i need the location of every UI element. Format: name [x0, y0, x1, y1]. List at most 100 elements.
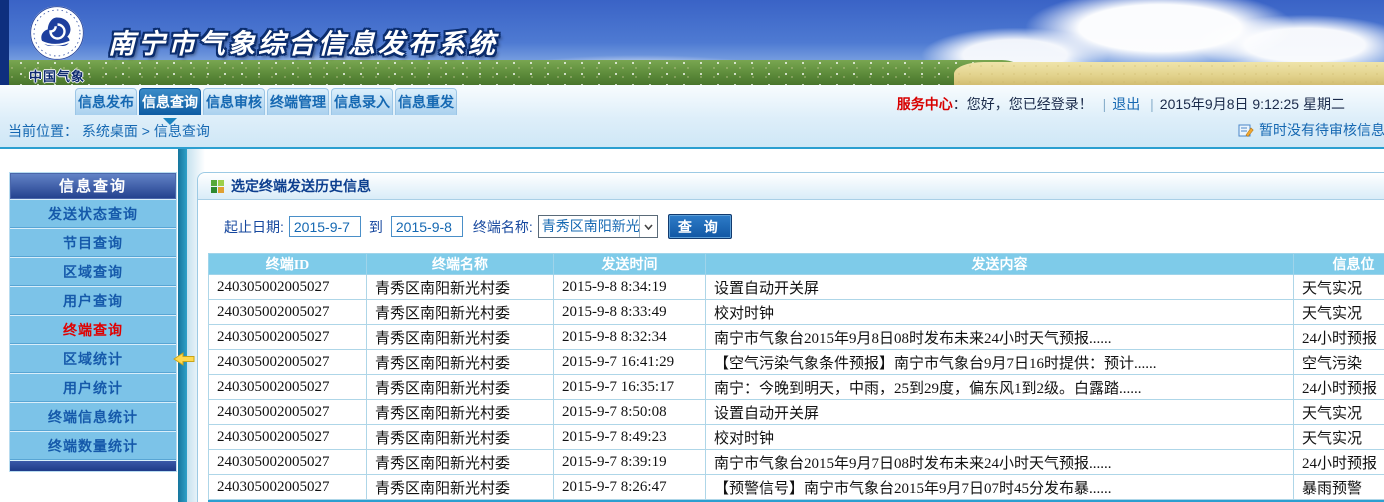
nav-tab-5[interactable]: 信息录入	[331, 88, 393, 115]
terminal-select-value: 青秀区南阳新光村委	[539, 216, 639, 237]
table-row: 240305002005027青秀区南阳新光村委2015-9-8 8:33:49…	[209, 300, 1384, 325]
service-center: 服务中心：您好，您已经登录！ |退出 |2015年9月8日 9:12:25 星期…	[897, 94, 1345, 114]
review-notice-text: 暂时没有待审核信息	[1259, 120, 1384, 140]
service-center-label: 服务中心	[897, 96, 953, 112]
sidebar-item-3[interactable]: 区域查询	[10, 257, 176, 286]
breadcrumb-current-link[interactable]: 信息查询	[154, 123, 210, 139]
date-range-label: 起止日期:	[224, 217, 284, 237]
cma-cloud-spiral-icon	[29, 5, 85, 61]
header-divider	[0, 147, 1384, 149]
date-from-input[interactable]	[289, 216, 361, 237]
table-cell: 【空气污染气象条件预报】南宁市气象台9月7日16时提供：预计......	[706, 350, 1294, 375]
table-cell: 2015-9-7 8:26:47	[554, 475, 706, 500]
review-notice: 暂时没有待审核信息	[1238, 120, 1384, 140]
breadcrumb-label: 当前位置：	[8, 123, 78, 139]
table-cell: 天气实况	[1294, 275, 1384, 300]
separator: |	[1103, 96, 1107, 112]
chevron-down-icon	[639, 216, 657, 237]
nav-tab-3[interactable]: 信息审核	[203, 88, 265, 115]
history-table: 终端ID终端名称发送时间发送内容信息位 240305002005027青秀区南阳…	[208, 253, 1384, 500]
table-cell: 2015-9-8 8:33:49	[554, 300, 706, 325]
sidebar-items: 发送状态查询节目查询区域查询用户查询终端查询区域统计用户统计终端信息统计终端数量…	[10, 199, 176, 460]
terminal-name-label: 终端名称:	[473, 217, 533, 237]
table-row: 240305002005027青秀区南阳新光村委2015-9-8 8:34:19…	[209, 275, 1384, 300]
breadcrumb-root-link[interactable]: 系统桌面	[82, 123, 138, 139]
table-row: 240305002005027青秀区南阳新光村委2015-9-7 16:41:2…	[209, 350, 1384, 375]
table-cell: 240305002005027	[209, 375, 367, 400]
table-cell: 天气实况	[1294, 400, 1384, 425]
column-header: 发送内容	[706, 254, 1294, 275]
sidebar-item-2[interactable]: 节目查询	[10, 228, 176, 257]
column-header: 终端名称	[367, 254, 554, 275]
date-to-input[interactable]	[391, 216, 463, 237]
table-cell: 南宁市气象台2015年9月8日08时发布未来24小时天气预报......	[706, 325, 1294, 350]
cma-logo: 中国气象	[24, 5, 90, 85]
table-cell: 240305002005027	[209, 400, 367, 425]
table-cell: 空气污染	[1294, 350, 1384, 375]
grass-field-image	[0, 60, 1020, 85]
table-cell: 天气实况	[1294, 425, 1384, 450]
table-cell: 240305002005027	[209, 350, 367, 375]
table-header-row: 终端ID终端名称发送时间发送内容信息位	[209, 254, 1384, 275]
sidebar-item-5[interactable]: 终端查询	[10, 315, 176, 344]
table-cell: 2015-9-8 8:32:34	[554, 325, 706, 350]
logout-link[interactable]: 退出	[1112, 96, 1140, 112]
table-cell: 240305002005027	[209, 475, 367, 500]
datetime-text: 2015年9月8日 9:12:25 星期二	[1160, 96, 1345, 112]
sidebar-item-8[interactable]: 终端信息统计	[10, 402, 176, 431]
sidebar-item-6[interactable]: 区域统计	[10, 344, 176, 373]
table-cell: 青秀区南阳新光村委	[367, 350, 554, 375]
nav-tab-6[interactable]: 信息重发	[395, 88, 457, 115]
sidebar-item-7[interactable]: 用户统计	[10, 373, 176, 402]
table-cell: 南宁：今晚到明天，中雨，25到29度，偏东风1到2级。白露踏......	[706, 375, 1294, 400]
table-cell: 2015-9-7 16:41:29	[554, 350, 706, 375]
terminal-select[interactable]: 青秀区南阳新光村委	[538, 215, 658, 238]
sidebar-item-4[interactable]: 用户查询	[10, 286, 176, 315]
logo-caption: 中国气象	[24, 66, 90, 85]
table-cell: 240305002005027	[209, 275, 367, 300]
nav-tab-4[interactable]: 终端管理	[267, 88, 329, 115]
panel-title: 选定终端发送历史信息	[231, 176, 371, 196]
table-cell: 240305002005027	[209, 300, 367, 325]
panel-header: 选定终端发送历史信息	[198, 173, 1384, 200]
table-cell: 青秀区南阳新光村委	[367, 450, 554, 475]
nav-tabs: 信息发布信息查询信息审核终端管理信息录入信息重发	[75, 88, 457, 115]
table-cell: 240305002005027	[209, 325, 367, 350]
sidebar-menu: 信息查询 发送状态查询节目查询区域查询用户查询终端查询区域统计用户统计终端信息统…	[9, 172, 177, 472]
nav-tab-2[interactable]: 信息查询	[139, 88, 201, 115]
notepad-pencil-icon	[1238, 123, 1254, 138]
column-header: 信息位	[1294, 254, 1384, 275]
table-cell: 2015-9-7 16:35:17	[554, 375, 706, 400]
table-cell: 青秀区南阳新光村委	[367, 400, 554, 425]
table-cell: 2015-9-7 8:39:19	[554, 450, 706, 475]
table-row: 240305002005027青秀区南阳新光村委2015-9-7 16:35:1…	[209, 375, 1384, 400]
nav-tab-1[interactable]: 信息发布	[75, 88, 137, 115]
history-table-wrap: 终端ID终端名称发送时间发送内容信息位 240305002005027青秀区南阳…	[208, 253, 1384, 502]
sidebar-item-1[interactable]: 发送状态查询	[10, 199, 176, 228]
table-cell: 青秀区南阳新光村委	[367, 275, 554, 300]
query-button[interactable]: 查 询	[668, 214, 732, 239]
table-cell: 设置自动开关屏	[706, 275, 1294, 300]
table-row: 240305002005027青秀区南阳新光村委2015-9-7 8:26:47…	[209, 475, 1384, 500]
table-row: 240305002005027青秀区南阳新光村委2015-9-7 8:50:08…	[209, 400, 1384, 425]
to-label: 到	[369, 217, 383, 237]
table-cell: 24小时预报	[1294, 450, 1384, 475]
breadcrumb-separator: >	[142, 123, 150, 139]
table-cell: 校对时钟	[706, 425, 1294, 450]
table-cell: 【预警信号】南宁市气象台2015年9月7日07时45分发布暴......	[706, 475, 1294, 500]
splitter-bar[interactable]	[178, 149, 187, 502]
column-header: 终端ID	[209, 254, 367, 275]
table-cell: 2015-9-7 8:49:23	[554, 425, 706, 450]
table-cell: 设置自动开关屏	[706, 400, 1294, 425]
table-cell: 24小时预报	[1294, 325, 1384, 350]
sidebar-item-9[interactable]: 终端数量统计	[10, 431, 176, 460]
site-title: 南宁市气象综合信息发布系统	[108, 22, 498, 61]
column-header: 发送时间	[554, 254, 706, 275]
sidebar-header: 信息查询	[10, 173, 176, 199]
main-panel: 选定终端发送历史信息 起止日期: 到 终端名称: 青秀区南阳新光村委 查 询 终…	[197, 172, 1384, 502]
table-cell: 青秀区南阳新光村委	[367, 475, 554, 500]
sidebar-footer	[10, 460, 176, 471]
collapse-sidebar-arrow-icon[interactable]	[173, 352, 195, 371]
table-row: 240305002005027青秀区南阳新光村委2015-9-7 8:49:23…	[209, 425, 1384, 450]
breadcrumb: 当前位置： 系统桌面 > 信息查询	[8, 121, 210, 141]
